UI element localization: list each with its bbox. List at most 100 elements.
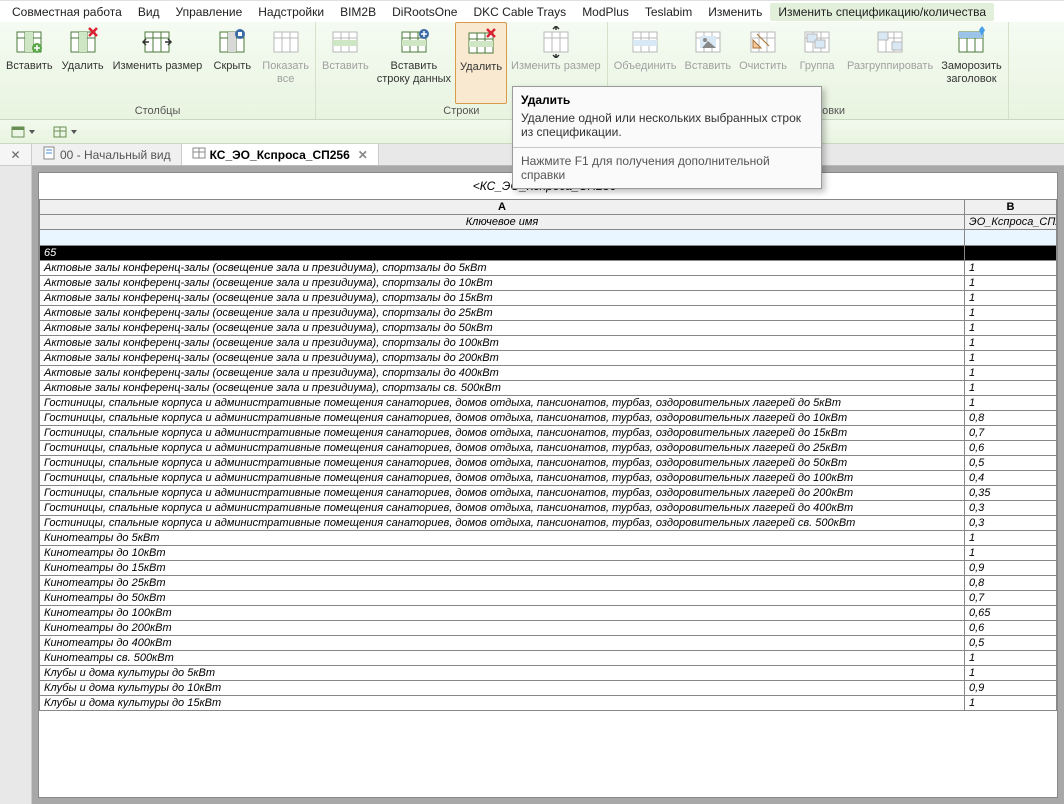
menu-item[interactable]: DKC Cable Trays xyxy=(465,3,574,21)
table-cell[interactable]: Актовые залы конференц-залы (освещение з… xyxy=(40,366,965,381)
table-cell[interactable]: Клубы и дома культуры до 15кВт xyxy=(40,696,965,711)
column-subheader[interactable]: ЭО_Кспроса_СП25 xyxy=(965,215,1057,230)
table-cell[interactable]: Кинотеатры до 200кВт xyxy=(40,621,965,636)
table-cell[interactable]: 0,4 xyxy=(965,471,1057,486)
menu-item[interactable]: BIM2B xyxy=(332,3,384,21)
menu-item[interactable]: Изменить спецификацию/количества xyxy=(770,3,994,21)
table-cell[interactable]: 0,35 xyxy=(965,486,1057,501)
table-cell[interactable]: 1 xyxy=(965,546,1057,561)
table-cell[interactable]: Гостиницы, спальные корпуса и администра… xyxy=(40,396,965,411)
delete-col-button[interactable]: Удалить xyxy=(57,22,109,104)
table-cell[interactable]: Актовые залы конференц-залы (освещение з… xyxy=(40,351,965,366)
table-row[interactable]: Клубы и дома культуры до 10кВт0,9 xyxy=(40,681,1057,696)
table-cell[interactable]: Кинотеатры до 10кВт xyxy=(40,546,965,561)
table-cell[interactable]: Кинотеатры св. 500кВт xyxy=(40,651,965,666)
table-cell[interactable]: Кинотеатры до 50кВт xyxy=(40,591,965,606)
table-row[interactable]: Гостиницы, спальные корпуса и администра… xyxy=(40,396,1057,411)
table-cell[interactable]: 1 xyxy=(965,696,1057,711)
table-cell[interactable]: Гостиницы, спальные корпуса и администра… xyxy=(40,456,965,471)
close-view-button[interactable]: ✕ xyxy=(0,144,31,166)
table-cell[interactable]: 1 xyxy=(965,276,1057,291)
menu-item[interactable]: Вид xyxy=(130,3,168,21)
view-tab[interactable]: 00 - Начальный вид xyxy=(32,144,182,165)
table-cell[interactable]: Гостиницы, спальные корпуса и администра… xyxy=(40,516,965,531)
table-row[interactable]: Гостиницы, спальные корпуса и администра… xyxy=(40,501,1057,516)
table-cell[interactable]: 0,9 xyxy=(965,681,1057,696)
table-cell[interactable]: Гостиницы, спальные корпуса и администра… xyxy=(40,486,965,501)
table-row[interactable]: Клубы и дома культуры до 15кВт1 xyxy=(40,696,1057,711)
table-row[interactable]: Актовые залы конференц-залы (освещение з… xyxy=(40,336,1057,351)
menu-item[interactable]: Совместная работа xyxy=(4,3,130,21)
view-tab[interactable]: КС_ЭО_Кспроса_СП256✕ xyxy=(182,144,379,165)
menu-item[interactable]: Изменить xyxy=(700,3,770,21)
table-cell[interactable]: 0,3 xyxy=(965,501,1057,516)
table-cell[interactable]: 0,3 xyxy=(965,516,1057,531)
table-row[interactable]: Кинотеатры до 100кВт0,65 xyxy=(40,606,1057,621)
table-row[interactable]: Актовые залы конференц-залы (освещение з… xyxy=(40,291,1057,306)
table-cell[interactable]: Клубы и дома культуры до 5кВт xyxy=(40,666,965,681)
table-cell[interactable]: Кинотеатры до 15кВт xyxy=(40,561,965,576)
table-cell[interactable]: 65 xyxy=(40,246,965,261)
table-cell[interactable]: Актовые залы конференц-залы (освещение з… xyxy=(40,336,965,351)
table-row[interactable]: Актовые залы конференц-залы (освещение з… xyxy=(40,351,1057,366)
menu-item[interactable]: DiRootsOne xyxy=(384,3,465,21)
table-cell[interactable]: Актовые залы конференц-залы (освещение з… xyxy=(40,381,965,396)
table-cell[interactable]: Кинотеатры до 25кВт xyxy=(40,576,965,591)
table-row[interactable]: Гостиницы, спальные корпуса и администра… xyxy=(40,471,1057,486)
table-row[interactable]: Кинотеатры св. 500кВт1 xyxy=(40,651,1057,666)
table-cell[interactable]: 1 xyxy=(965,396,1057,411)
table-cell[interactable]: 1 xyxy=(965,321,1057,336)
table-cell[interactable]: 0,5 xyxy=(965,456,1057,471)
table-row[interactable]: Кинотеатры до 400кВт0,5 xyxy=(40,636,1057,651)
table-cell[interactable]: Кинотеатры до 400кВт xyxy=(40,636,965,651)
table-row[interactable]: Гостиницы, спальные корпуса и администра… xyxy=(40,486,1057,501)
table-cell[interactable]: 0,6 xyxy=(965,621,1057,636)
close-icon[interactable]: ✕ xyxy=(358,148,368,162)
hide-col-button[interactable]: Скрыть xyxy=(206,22,258,104)
table-cell[interactable]: 1 xyxy=(965,381,1057,396)
table-row[interactable]: Актовые залы конференц-залы (освещение з… xyxy=(40,321,1057,336)
table-row[interactable]: Кинотеатры до 5кВт1 xyxy=(40,531,1057,546)
insert-data-row-button[interactable]: Вставить строку данных xyxy=(373,22,455,104)
table-cell[interactable]: 1 xyxy=(965,531,1057,546)
table-cell[interactable]: 0,8 xyxy=(965,576,1057,591)
table-row[interactable]: Актовые залы конференц-залы (освещение з… xyxy=(40,306,1057,321)
table-cell[interactable]: 1 xyxy=(965,306,1057,321)
table-cell[interactable]: Гостиницы, спальные корпуса и администра… xyxy=(40,501,965,516)
table-cell[interactable]: 0,65 xyxy=(965,606,1057,621)
table-cell[interactable]: Кинотеатры до 100кВт xyxy=(40,606,965,621)
freeze-header-button[interactable]: Заморозить заголовок xyxy=(937,22,1006,104)
table-cell[interactable]: 1 xyxy=(965,366,1057,381)
menu-item[interactable]: Teslabim xyxy=(637,3,700,21)
column-subheader[interactable]: Ключевое имя xyxy=(40,215,965,230)
column-header[interactable]: A xyxy=(40,200,965,215)
table-cell[interactable]: 1 xyxy=(965,351,1057,366)
table-cell[interactable]: 0,7 xyxy=(965,591,1057,606)
table-cell[interactable]: Гостиницы, спальные корпуса и администра… xyxy=(40,426,965,441)
table-cell[interactable]: Актовые залы конференц-залы (освещение з… xyxy=(40,276,965,291)
options-dropdown-1[interactable] xyxy=(6,122,40,142)
table-cell[interactable]: Гостиницы, спальные корпуса и администра… xyxy=(40,411,965,426)
table-cell[interactable]: Гостиницы, спальные корпуса и администра… xyxy=(40,441,965,456)
table-cell[interactable]: Актовые залы конференц-залы (освещение з… xyxy=(40,291,965,306)
table-row[interactable]: Гостиницы, спальные корпуса и администра… xyxy=(40,456,1057,471)
table-cell[interactable]: 0,8 xyxy=(965,411,1057,426)
column-header[interactable]: B xyxy=(965,200,1057,215)
table-row[interactable]: Гостиницы, спальные корпуса и администра… xyxy=(40,411,1057,426)
table-row[interactable]: Клубы и дома культуры до 5кВт1 xyxy=(40,666,1057,681)
menu-item[interactable]: Надстройки xyxy=(250,3,332,21)
table-cell[interactable]: 1 xyxy=(965,651,1057,666)
table-cell[interactable]: 0,5 xyxy=(965,636,1057,651)
options-dropdown-2[interactable] xyxy=(48,122,82,142)
table-row[interactable]: Гостиницы, спальные корпуса и администра… xyxy=(40,426,1057,441)
table-row[interactable] xyxy=(40,230,1057,246)
table-cell[interactable]: 1 xyxy=(965,666,1057,681)
table-cell[interactable]: 0,7 xyxy=(965,426,1057,441)
table-cell[interactable]: 1 xyxy=(965,261,1057,276)
table-row[interactable]: Кинотеатры до 200кВт0,6 xyxy=(40,621,1057,636)
table-cell[interactable]: Актовые залы конференц-залы (освещение з… xyxy=(40,321,965,336)
table-row[interactable]: 65 xyxy=(40,246,1057,261)
insert-col-button[interactable]: Вставить xyxy=(2,22,57,104)
table-row[interactable]: Кинотеатры до 10кВт1 xyxy=(40,546,1057,561)
table-row[interactable]: Кинотеатры до 50кВт0,7 xyxy=(40,591,1057,606)
